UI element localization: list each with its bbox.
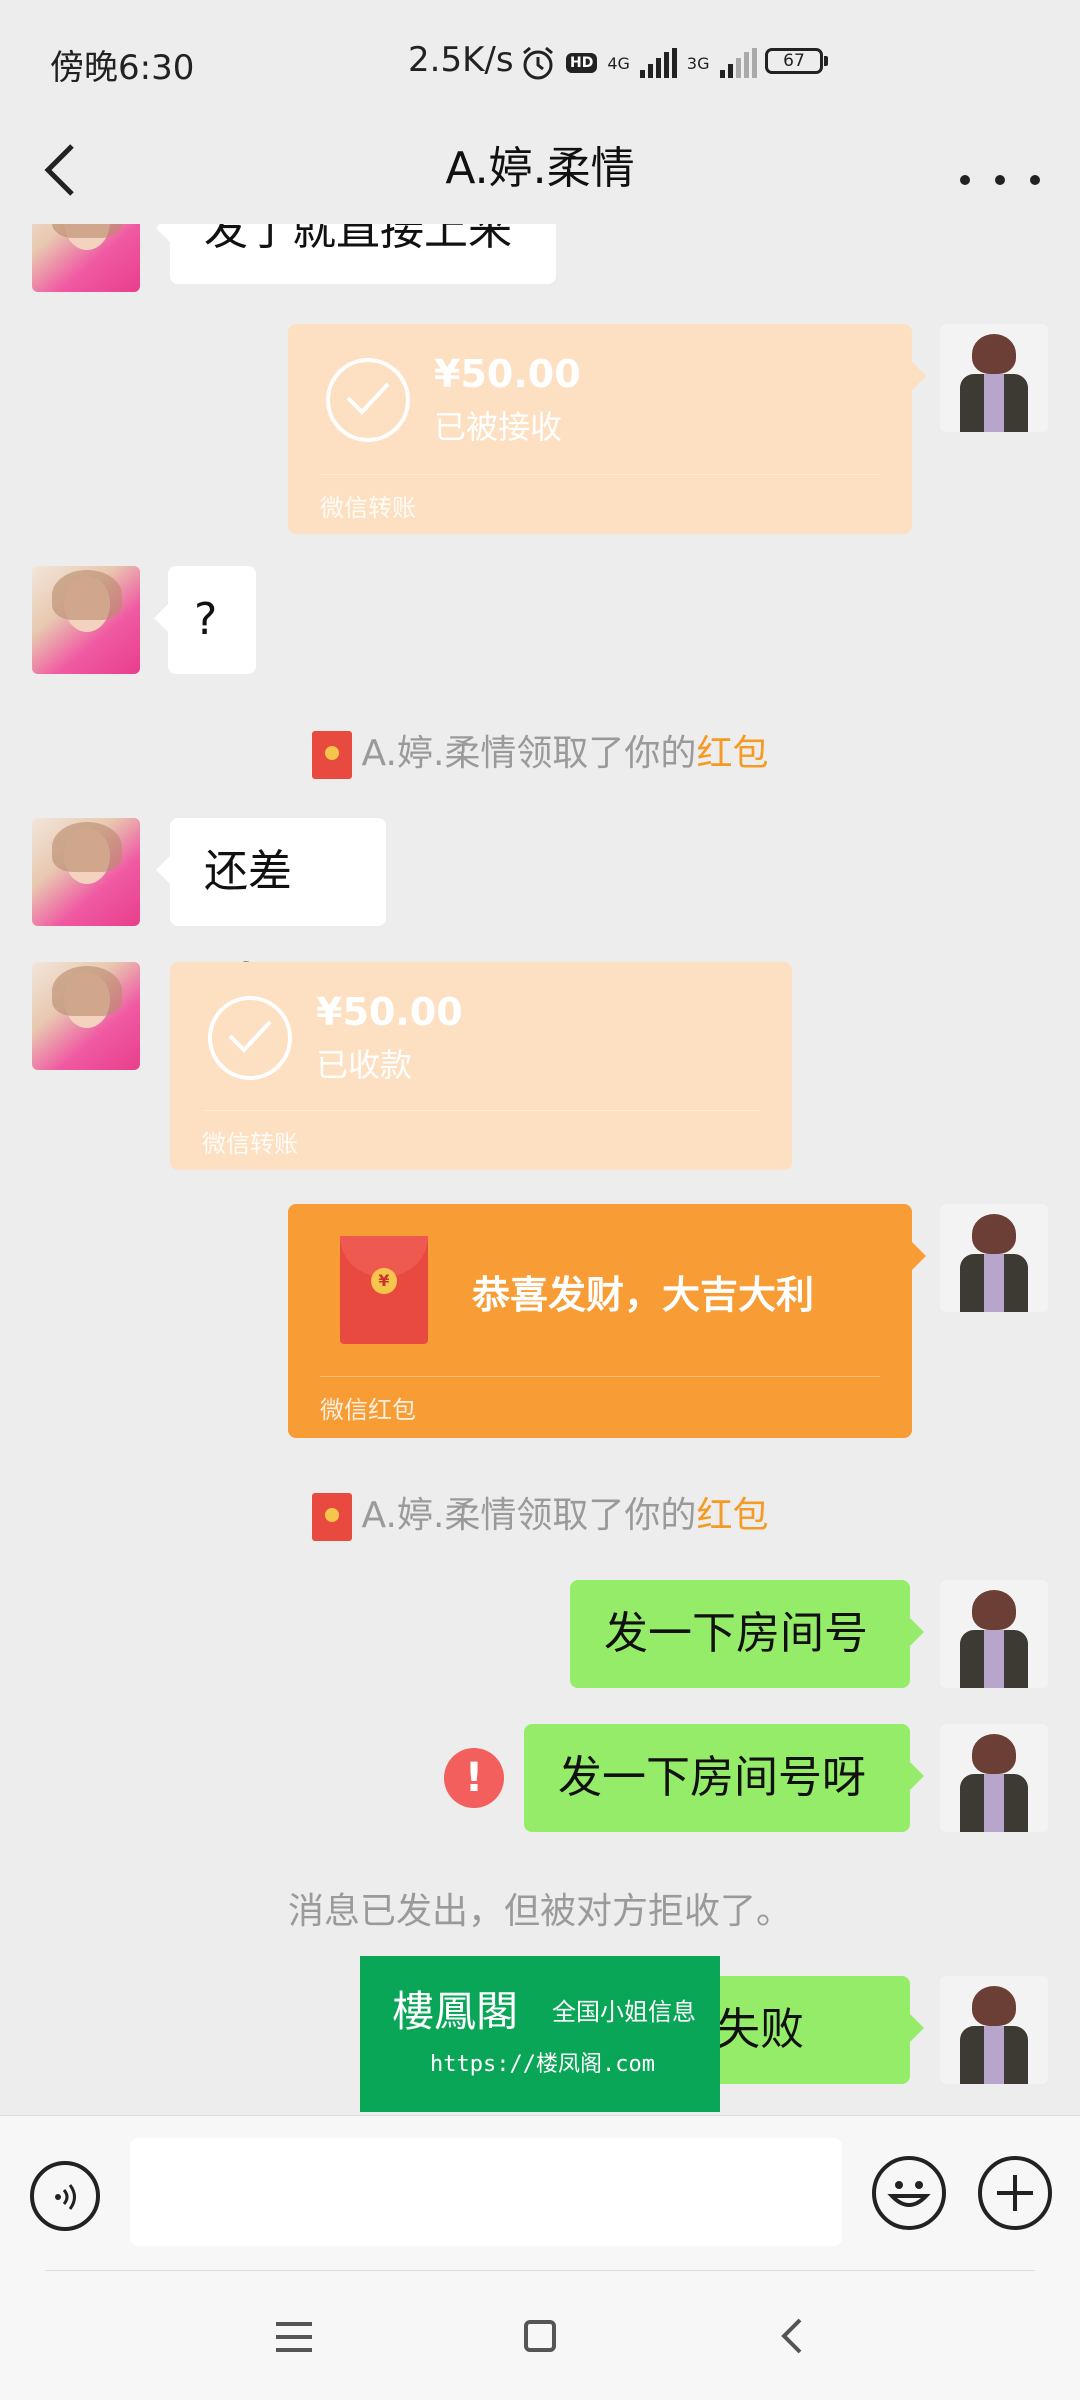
call-status: 失败: [716, 2004, 804, 2055]
menu-icon: [276, 2322, 312, 2326]
message-bubble[interactable]: 发一下房间号呀: [524, 1724, 924, 1832]
recents-button[interactable]: [276, 2322, 312, 2352]
network-speed: 2.5K/s: [408, 40, 514, 80]
signal-icon: [639, 48, 677, 78]
red-packet-label: 微信红包: [320, 1396, 416, 1424]
network-3g: 3G: [686, 53, 710, 73]
avatar-contact[interactable]: [32, 566, 140, 674]
plus-button[interactable]: [978, 2156, 1052, 2230]
input-bar: [0, 2115, 1080, 2271]
home-button[interactable]: [524, 2320, 556, 2352]
avatar-self[interactable]: [940, 1724, 1048, 1832]
transfer-status: 已收款: [316, 1046, 413, 1084]
menu-icon-line: [276, 2335, 312, 2339]
red-packet-link[interactable]: 红包: [696, 1495, 768, 1536]
avatar-self[interactable]: [940, 1204, 1048, 1312]
hd-badge: HD: [566, 53, 598, 73]
more-icon: [960, 175, 970, 185]
rejected-notice: 消息已发出，但被对方拒收了。: [287, 1891, 792, 1932]
avatar-contact[interactable]: [32, 818, 140, 926]
system-notice: A.婷.柔情领取了你的红包: [0, 1486, 1080, 1541]
transfer-amount: ¥50.00: [316, 990, 463, 1034]
transfer-card[interactable]: ¥50.00 已收款 微信转账: [170, 962, 792, 1170]
avatar-contact[interactable]: [32, 224, 140, 292]
system-notice: A.婷.柔情领取了你的红包: [0, 724, 1080, 779]
message-bubble[interactable]: 发一下房间号: [570, 1580, 924, 1688]
divider: [45, 2270, 1035, 2271]
system-text: A.婷.柔情领取了你的: [361, 1495, 697, 1536]
card-divider: [202, 1110, 760, 1111]
network-4g: 4G: [607, 53, 630, 73]
status-icons: HD 4G 3G: [520, 40, 757, 86]
emoji-icon: [887, 2181, 931, 2207]
transfer-label: 微信转账: [320, 494, 416, 522]
more-button[interactable]: [960, 160, 1040, 200]
red-packet-icon: [311, 731, 352, 779]
avatar-self[interactable]: [940, 1976, 1048, 2084]
red-packet-icon: ¥: [340, 1236, 428, 1344]
transfer-label: 微信转账: [202, 1130, 298, 1158]
more-icon-dot: [995, 175, 1005, 185]
red-packet-icon: [311, 1493, 352, 1541]
avatar-contact[interactable]: [32, 962, 140, 1070]
red-packet-greeting: 恭喜发财，大吉大利: [472, 1273, 815, 1317]
transfer-card[interactable]: ¥50.00 已被接收 微信转账: [288, 324, 926, 534]
alarm-icon: [523, 46, 553, 80]
voice-button[interactable]: [30, 2161, 100, 2231]
status-time: 傍晚6:30: [50, 48, 195, 88]
watermark-url: https://楼凤阁.com: [430, 2052, 655, 2077]
message-bubble[interactable]: 发了就直接上来: [156, 224, 556, 284]
transfer-amount: ¥50.00: [434, 352, 581, 396]
red-packet-link[interactable]: 红包: [696, 733, 768, 774]
battery-icon: 67: [765, 48, 828, 74]
transfer-status: 已被接收: [434, 408, 563, 446]
signal-icon-2: [719, 48, 757, 78]
nav-back-button[interactable]: [778, 2316, 806, 2356]
emoji-button[interactable]: [872, 2156, 946, 2230]
avatar-self[interactable]: [940, 1580, 1048, 1688]
more-icon-dot: [1030, 175, 1040, 185]
card-divider: [320, 474, 880, 475]
status-bar: 傍晚6:30 2.5K/s HD 4G 3G 67: [0, 0, 1080, 120]
watermark-subtitle: 全国小姐信息: [552, 1998, 696, 2026]
message-input[interactable]: [130, 2138, 842, 2246]
card-divider: [320, 1376, 880, 1377]
send-failed-icon[interactable]: !: [444, 1748, 504, 1808]
voice-icon: [55, 2184, 76, 2210]
check-icon: [208, 996, 292, 1080]
chat-header: A.婷.柔情: [0, 120, 1080, 224]
watermark-title: 樓鳳閣: [392, 1987, 519, 2036]
red-packet-card[interactable]: ¥ 恭喜发财，大吉大利 微信红包: [288, 1204, 926, 1438]
chat-title: A.婷.柔情: [445, 143, 635, 194]
avatar-self[interactable]: [940, 324, 1048, 432]
system-navigation-bar: [0, 2270, 1080, 2400]
check-icon: [326, 358, 410, 442]
watermark-banner: 樓鳳閣 全国小姐信息 https://楼凤阁.com: [360, 1956, 720, 2112]
message-bubble[interactable]: ?: [154, 566, 256, 674]
system-text: A.婷.柔情领取了你的: [361, 733, 697, 774]
menu-icon-line: [276, 2348, 312, 2352]
chat-messages[interactable]: 发了就直接上来 ¥50.00 已被接收 微信转账 ? A.婷.柔情领取了你的红包…: [0, 224, 1080, 2115]
message-bubble[interactable]: 还差 50: [156, 818, 386, 1005]
coin-icon: ¥: [371, 1268, 397, 1294]
